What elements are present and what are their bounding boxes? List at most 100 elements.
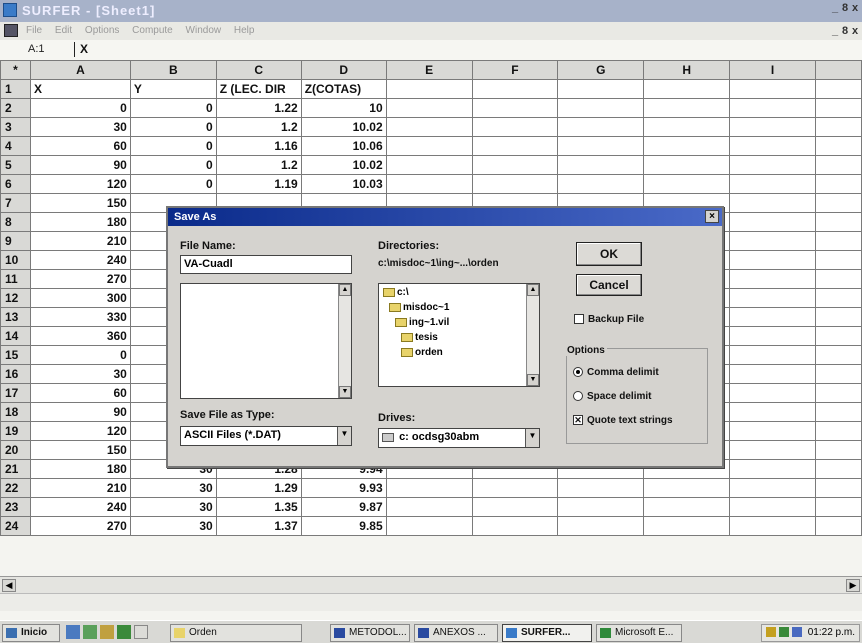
empty-cell[interactable] [643, 516, 731, 536]
cell-d[interactable]: 10 [300, 98, 387, 118]
dir-item-misdoc[interactable]: misdoc~1 [389, 302, 449, 313]
row-header[interactable]: 8 [0, 212, 31, 232]
cell-d[interactable]: 10.02 [300, 155, 387, 175]
empty-cell[interactable] [729, 136, 816, 156]
start-button[interactable]: Inicio [2, 624, 60, 642]
file-name-input[interactable]: VA-Cuadl [180, 255, 352, 274]
empty-cell[interactable] [729, 250, 816, 270]
save-type-select[interactable]: ASCII Files (*.DAT) ▼ [180, 426, 352, 446]
empty-cell[interactable] [643, 155, 731, 175]
empty-cell[interactable] [471, 117, 559, 137]
empty-cell[interactable] [385, 98, 473, 118]
row-header[interactable]: 16 [0, 364, 31, 384]
scroll-right-arrow-icon[interactable]: ▶ [846, 579, 860, 592]
empty-cell[interactable] [729, 440, 816, 460]
empty-cell[interactable] [643, 98, 731, 118]
chevron-down-icon[interactable]: ▼ [337, 427, 351, 445]
empty-cell[interactable] [557, 155, 645, 175]
dir-item-ing[interactable]: ing~1.vil [395, 317, 449, 328]
cell-d[interactable]: 9.93 [300, 478, 387, 498]
empty-cell[interactable] [815, 212, 862, 232]
cell-d[interactable]: 10.06 [300, 136, 387, 156]
empty-cell[interactable] [729, 421, 816, 441]
column-header-f[interactable]: F [471, 60, 559, 80]
menu-help[interactable]: Help [234, 25, 255, 36]
empty-cell[interactable] [815, 402, 862, 422]
row-header[interactable]: 12 [0, 288, 31, 308]
row-header[interactable]: 4 [0, 136, 31, 156]
empty-cell[interactable] [729, 497, 816, 517]
empty-cell[interactable] [729, 364, 816, 384]
cell-b[interactable]: 0 [129, 117, 217, 137]
media-icon[interactable] [117, 625, 131, 639]
empty-cell[interactable] [729, 193, 816, 213]
empty-cell[interactable] [815, 231, 862, 251]
desktop-icon[interactable] [100, 625, 114, 639]
row-header[interactable]: 2 [0, 98, 31, 118]
row-header[interactable]: 23 [0, 497, 31, 517]
empty-cell[interactable] [471, 478, 559, 498]
cell-a[interactable]: 120 [29, 421, 131, 441]
file-list-scrollbar[interactable]: ▲ ▼ [338, 284, 351, 398]
empty-cell[interactable] [471, 98, 559, 118]
empty-cell[interactable] [815, 421, 862, 441]
row-header[interactable]: 15 [0, 345, 31, 365]
empty-cell[interactable] [729, 79, 816, 99]
menu-file[interactable]: File [26, 25, 42, 36]
empty-cell[interactable] [471, 136, 559, 156]
cell-b[interactable]: Y [129, 79, 217, 99]
empty-cell[interactable] [729, 383, 816, 403]
empty-cell[interactable] [815, 136, 862, 156]
row-header[interactable]: 21 [0, 459, 31, 479]
row-header[interactable]: 5 [0, 155, 31, 175]
cell-b[interactable]: 30 [129, 478, 217, 498]
empty-cell[interactable] [643, 478, 731, 498]
empty-cell[interactable] [729, 402, 816, 422]
row-header[interactable]: 17 [0, 383, 31, 403]
empty-cell[interactable] [557, 478, 645, 498]
menu-window[interactable]: Window [186, 25, 222, 36]
cell-d[interactable]: 9.87 [300, 497, 387, 517]
row-header[interactable]: 3 [0, 117, 31, 137]
column-header-d[interactable]: D [300, 60, 387, 80]
cell-a[interactable]: X [29, 79, 131, 99]
column-header-b[interactable]: B [129, 60, 217, 80]
cell-a[interactable]: 360 [29, 326, 131, 346]
cell-d[interactable]: 10.03 [300, 174, 387, 194]
cell-c[interactable]: 1.2 [215, 155, 302, 175]
cell-d[interactable]: 9.85 [300, 516, 387, 536]
cell-a[interactable]: 30 [29, 364, 131, 384]
empty-cell[interactable] [815, 98, 862, 118]
empty-cell[interactable] [729, 269, 816, 289]
scroll-down-arrow-icon[interactable]: ▼ [527, 374, 539, 386]
empty-cell[interactable] [643, 497, 731, 517]
empty-cell[interactable] [815, 326, 862, 346]
empty-cell[interactable] [557, 136, 645, 156]
row-header[interactable]: 7 [0, 193, 31, 213]
empty-cell[interactable] [557, 98, 645, 118]
menu-options[interactable]: Options [85, 25, 119, 36]
row-header[interactable]: 22 [0, 478, 31, 498]
empty-cell[interactable] [815, 79, 862, 99]
drive-select[interactable]: c: ocdsg30abm ▼ [378, 428, 540, 448]
empty-cell[interactable] [471, 516, 559, 536]
cell-a[interactable]: 180 [29, 459, 131, 479]
empty-cell[interactable] [815, 364, 862, 384]
empty-cell[interactable] [643, 117, 731, 137]
maximize-button[interactable]: 8 [840, 2, 850, 14]
empty-cell[interactable] [815, 155, 862, 175]
row-header[interactable]: 11 [0, 269, 31, 289]
tray-icon[interactable] [791, 627, 802, 638]
column-header-c[interactable]: C [215, 60, 302, 80]
empty-cell[interactable] [729, 174, 816, 194]
explorer-icon[interactable] [83, 625, 97, 639]
taskbar-item-orden[interactable]: Orden [170, 624, 302, 642]
select-all-corner[interactable]: * [0, 60, 31, 80]
empty-cell[interactable] [471, 497, 559, 517]
empty-cell[interactable] [729, 307, 816, 327]
taskbar-item-excel[interactable]: Microsoft E... [596, 624, 682, 642]
empty-cell[interactable] [729, 212, 816, 232]
empty-cell[interactable] [643, 136, 731, 156]
formula-input[interactable]: X [80, 42, 88, 56]
cell-a[interactable]: 150 [29, 193, 131, 213]
